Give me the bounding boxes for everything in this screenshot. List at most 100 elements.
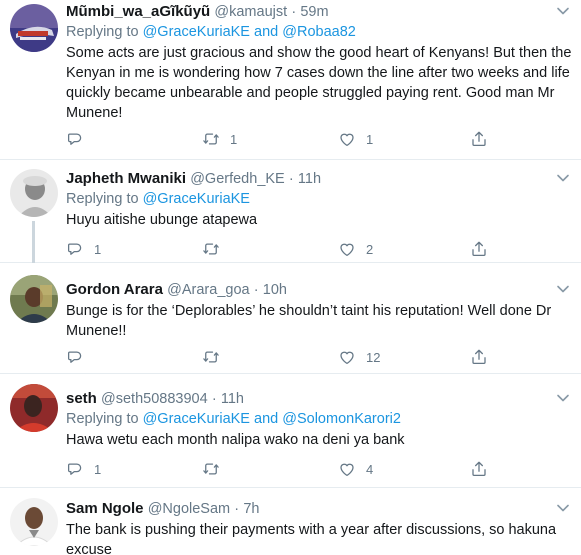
author-handle[interactable]: @kamaujst <box>214 4 287 20</box>
chevron-down-icon[interactable] <box>555 282 571 294</box>
retweet-button[interactable] <box>202 346 230 368</box>
reply-icon <box>66 130 84 148</box>
mention-link[interactable]: @Robaa82 <box>282 24 356 40</box>
tweet[interactable]: seth @seth50883904 · 11h Replying to @Gr… <box>0 374 581 488</box>
retweet-button[interactable] <box>202 238 230 260</box>
mention-conjunction: and <box>254 411 279 427</box>
author-handle[interactable]: @seth50883904 <box>101 391 208 407</box>
retweet-button[interactable]: 1 <box>202 128 237 150</box>
tweet-text: Bunge is for the ‘Deplorables’ he should… <box>66 303 552 339</box>
retweet-icon <box>202 348 220 366</box>
avatar[interactable] <box>10 169 58 217</box>
like-icon <box>338 130 356 148</box>
tweet-text: Some acts are just gracious and show the… <box>66 45 572 121</box>
tweet-header: seth @seth50883904 · 11h <box>66 389 573 409</box>
like-count: 1 <box>366 131 374 147</box>
reply-count: 1 <box>94 461 102 477</box>
tweet[interactable]: Sam Ngole @NgoleSam · 7h The bank is pus… <box>0 488 581 555</box>
author-handle[interactable]: @Arara_goa <box>167 282 249 298</box>
tweet[interactable]: Japheth Mwaniki @Gerfedh_KE · 11h Replyi… <box>0 160 581 263</box>
retweet-icon <box>202 130 220 148</box>
mention-conjunction: and <box>254 24 279 40</box>
reply-button[interactable]: 1 <box>66 238 101 260</box>
timestamp[interactable]: 59m <box>300 4 328 20</box>
like-button[interactable]: 12 <box>338 346 380 368</box>
tweet-header: Japheth Mwaniki @Gerfedh_KE · 11h <box>66 169 573 189</box>
like-count: 4 <box>366 461 374 477</box>
like-icon <box>338 460 356 478</box>
replying-to: Replying to @GraceKuriaKE and @SolomonKa… <box>66 409 573 429</box>
share-icon <box>470 240 488 258</box>
author-name[interactable]: Gordon Arara <box>66 281 163 298</box>
like-button[interactable]: 4 <box>338 458 373 480</box>
avatar[interactable] <box>10 4 58 52</box>
tweet-text: Hawa wetu each month nalipa wako na deni… <box>66 432 405 448</box>
chevron-down-icon[interactable] <box>555 171 571 183</box>
author-name[interactable]: Mũmbi_wa_aGĩkũyũ <box>66 3 210 20</box>
share-button[interactable] <box>470 458 488 480</box>
share-button[interactable] <box>470 128 488 150</box>
replying-label: Replying to <box>66 411 139 427</box>
retweet-icon <box>202 460 220 478</box>
like-count: 12 <box>366 349 381 365</box>
avatar[interactable] <box>10 275 58 323</box>
separator-dot: · <box>288 171 294 187</box>
chevron-down-icon[interactable] <box>555 501 571 513</box>
chevron-down-icon[interactable] <box>555 391 571 403</box>
replying-label: Replying to <box>66 191 139 207</box>
reply-button[interactable]: 1 <box>66 458 101 480</box>
timestamp[interactable]: 10h <box>263 282 287 298</box>
tweet[interactable]: Mũmbi_wa_aGĩkũyũ @kamaujst · 59m Replyin… <box>0 0 581 160</box>
author-handle[interactable]: @NgoleSam <box>148 501 230 517</box>
mention-link[interactable]: @GraceKuriaKE <box>143 24 250 40</box>
reply-button[interactable] <box>66 128 94 150</box>
author-handle[interactable]: @Gerfedh_KE <box>190 171 285 187</box>
mention-link[interactable]: @SolomonKarori2 <box>282 411 401 427</box>
tweet-actions: 12 <box>66 346 496 368</box>
tweet-actions: 1 2 <box>66 238 496 260</box>
like-button[interactable]: 2 <box>338 238 373 260</box>
like-icon <box>338 348 356 366</box>
replying-to: Replying to @GraceKuriaKE <box>66 189 573 209</box>
share-icon <box>470 460 488 478</box>
mention-link[interactable]: @GraceKuriaKE <box>143 411 250 427</box>
timestamp[interactable]: 7h <box>243 501 259 517</box>
reply-icon <box>66 348 84 366</box>
tweet-header: Mũmbi_wa_aGĩkũyũ @kamaujst · 59m <box>66 2 573 22</box>
tweet-actions: 1 1 <box>66 128 496 150</box>
share-button[interactable] <box>470 346 488 368</box>
tweet-actions: 1 4 <box>66 458 496 480</box>
tweet-text: Huyu aitishe ubunge atapewa <box>66 212 258 228</box>
tweet-header: Gordon Arara @Arara_goa · 10h <box>66 280 573 300</box>
share-button[interactable] <box>470 238 488 260</box>
share-icon <box>470 130 488 148</box>
mention-link[interactable]: @GraceKuriaKE <box>143 191 250 207</box>
like-count: 2 <box>366 241 374 257</box>
retweet-button[interactable] <box>202 458 230 480</box>
reply-count: 1 <box>94 241 102 257</box>
replying-label: Replying to <box>66 24 139 40</box>
chevron-down-icon[interactable] <box>555 4 571 16</box>
retweet-icon <box>202 240 220 258</box>
author-name[interactable]: Sam Ngole <box>66 500 144 517</box>
timestamp[interactable]: 11h <box>298 171 321 187</box>
tweet-header: Sam Ngole @NgoleSam · 7h <box>66 499 573 519</box>
separator-dot: · <box>291 4 297 20</box>
tweet[interactable]: Gordon Arara @Arara_goa · 10h Bunge is f… <box>0 263 581 374</box>
separator-dot: · <box>211 391 217 407</box>
retweet-count: 1 <box>230 131 238 147</box>
reply-button[interactable] <box>66 346 94 368</box>
tweet-text: The bank is pushing their payments with … <box>66 522 557 555</box>
thread-line <box>32 221 35 263</box>
separator-dot: · <box>253 282 259 298</box>
avatar[interactable] <box>10 384 58 432</box>
avatar[interactable] <box>10 498 58 546</box>
reply-icon <box>66 460 84 478</box>
like-button[interactable]: 1 <box>338 128 373 150</box>
like-icon <box>338 240 356 258</box>
author-name[interactable]: seth <box>66 390 97 407</box>
separator-dot: · <box>234 501 240 517</box>
share-icon <box>470 348 488 366</box>
timestamp[interactable]: 11h <box>221 391 244 407</box>
author-name[interactable]: Japheth Mwaniki <box>66 170 186 187</box>
